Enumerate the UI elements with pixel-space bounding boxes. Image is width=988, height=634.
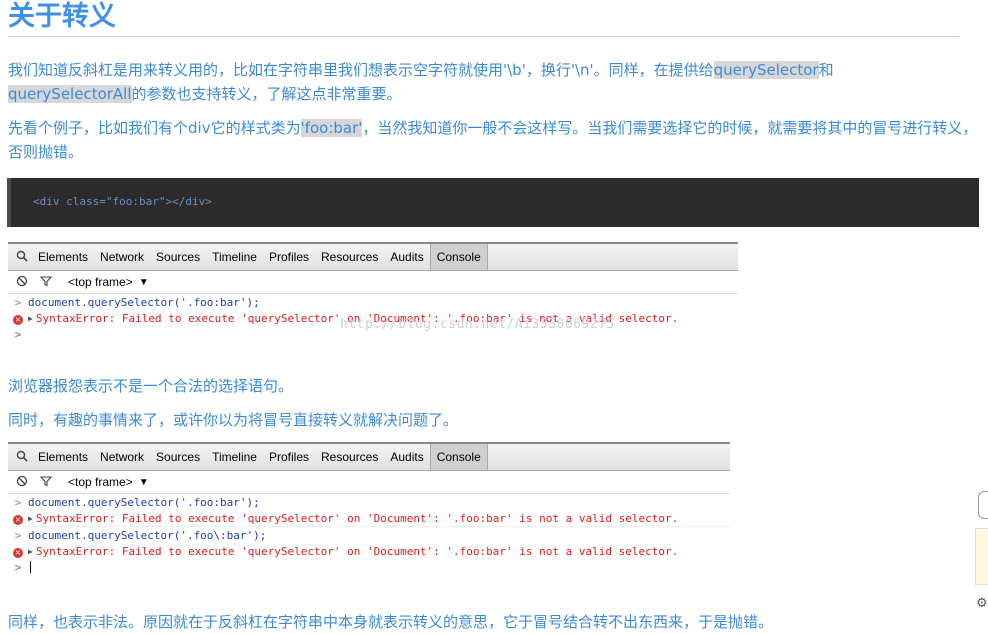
console-command-line: > document.querySelector('.foo:bar'); (8, 294, 738, 310)
para1-text-c: 的参数也支持转义，了解这点非常重要。 (131, 85, 402, 103)
watermark: http://blog.csdn.net/Ai3330069275 (340, 317, 615, 332)
tab-resources[interactable]: Resources (315, 444, 384, 470)
para2-text-a: 先看个例子，比如我们有个div它的样式类为 (8, 119, 301, 137)
tab-sources[interactable]: Sources (150, 444, 206, 470)
tab-console[interactable]: Console (429, 444, 488, 470)
side-panel[interactable] (975, 528, 988, 585)
console-command: document.querySelector('.foo:bar'); (28, 495, 260, 509)
console-toolbar: <top frame> ▼ (8, 471, 730, 494)
expand-triangle-icon[interactable]: ▶ (28, 514, 33, 523)
side-tool-icon[interactable]: ⚙ (976, 596, 988, 611)
devtools-tabbar: Elements Network Sources Timeline Profil… (8, 242, 738, 271)
tab-audits[interactable]: Audits (384, 244, 429, 270)
devtools-tabbar: Elements Network Sources Timeline Profil… (8, 442, 730, 471)
filter-icon[interactable] (36, 275, 56, 290)
expand-triangle-icon[interactable]: ▶ (28, 314, 33, 323)
console-command: document.querySelector('.foo\:bar'); (28, 528, 267, 542)
search-icon[interactable] (8, 250, 32, 265)
tab-sources[interactable]: Sources (150, 244, 206, 270)
console-input-line[interactable]: > (8, 559, 730, 575)
devtools-screenshot-2: Elements Network Sources Timeline Profil… (8, 442, 730, 575)
highlight-queryselectorall: querySelectorAll (8, 85, 132, 103)
expand-triangle-icon[interactable]: ▶ (28, 547, 33, 556)
tab-resources[interactable]: Resources (315, 244, 384, 270)
tab-elements[interactable]: Elements (32, 244, 94, 270)
console-error-message: SyntaxError: Failed to execute 'querySel… (35, 544, 679, 558)
clear-console-icon[interactable] (12, 475, 32, 490)
console-command-line: > document.querySelector('.foo\:bar'); (8, 527, 730, 543)
code-snippet: <div class="foo:bar"></div> (33, 195, 212, 208)
page-title: 关于转义 (8, 1, 116, 32)
console-command-line: > document.querySelector('.foo:bar'); (8, 494, 730, 510)
console-toolbar: <top frame> ▼ (8, 271, 738, 294)
clear-console-icon[interactable] (12, 275, 32, 290)
paragraph-escape: 同时，有趣的事情来了，或许你以为将冒号直接转义就解决问题了。 (8, 411, 459, 429)
highlight-foo-bar: 'foo:bar' (300, 119, 363, 137)
tab-profiles[interactable]: Profiles (263, 444, 315, 470)
prompt-chevron-icon: > (14, 560, 22, 574)
para1-text-b: 和 (818, 61, 834, 79)
frame-selector[interactable]: <top frame> (68, 475, 133, 489)
console-command: document.querySelector('.foo:bar'); (28, 295, 260, 309)
console-error-line: × ▶ SyntaxError: Failed to execute 'quer… (8, 543, 730, 559)
filter-icon[interactable] (36, 475, 56, 490)
tab-profiles[interactable]: Profiles (263, 244, 315, 270)
tab-timeline[interactable]: Timeline (206, 444, 263, 470)
prompt-chevron-icon: > (14, 495, 22, 509)
tab-network[interactable]: Network (94, 444, 150, 470)
text-caret (30, 561, 31, 573)
prompt-chevron-icon: > (14, 327, 22, 341)
paragraph-invalid: 浏览器报怨表示不是一个合法的选择语句。 (8, 377, 294, 395)
search-icon[interactable] (8, 450, 32, 465)
side-scroll-button[interactable] (978, 491, 988, 519)
dropdown-arrow-icon[interactable]: ▼ (139, 477, 149, 488)
tab-audits[interactable]: Audits (384, 444, 429, 470)
prompt-chevron-icon: > (14, 528, 22, 542)
error-icon: × (13, 514, 23, 525)
highlight-queryselector: querySelector (713, 61, 819, 79)
article-heading: 关于转义 (8, 0, 959, 37)
paragraph-conclusion: 同样，也表示非法。原因就在于反斜杠在字符串中本身就表示转义的意思，它于冒号结合转… (8, 613, 774, 631)
error-icon: × (13, 314, 23, 325)
code-block: <div class="foo:bar"></div> (7, 178, 979, 227)
paragraph-example: 先看个例子，比如我们有个div它的样式类为'foo:bar'，当然我知道你一般不… (8, 116, 978, 164)
tab-elements[interactable]: Elements (32, 444, 94, 470)
para1-text-a: 我们知道反斜杠是用来转义用的，比如在字符串里我们想表示空字符就使用'\b'，换行… (8, 61, 714, 79)
tab-console[interactable]: Console (429, 244, 488, 270)
error-icon: × (13, 547, 23, 558)
console-error-line: × ▶ SyntaxError: Failed to execute 'quer… (8, 510, 730, 527)
paragraph-intro: 我们知道反斜杠是用来转义用的，比如在字符串里我们想表示空字符就使用'\b'，换行… (8, 58, 978, 106)
frame-selector[interactable]: <top frame> (68, 275, 133, 289)
tab-network[interactable]: Network (94, 244, 150, 270)
prompt-chevron-icon: > (14, 295, 22, 309)
console-error-message: SyntaxError: Failed to execute 'querySel… (35, 511, 679, 525)
tab-timeline[interactable]: Timeline (206, 244, 263, 270)
dropdown-arrow-icon[interactable]: ▼ (139, 277, 149, 288)
